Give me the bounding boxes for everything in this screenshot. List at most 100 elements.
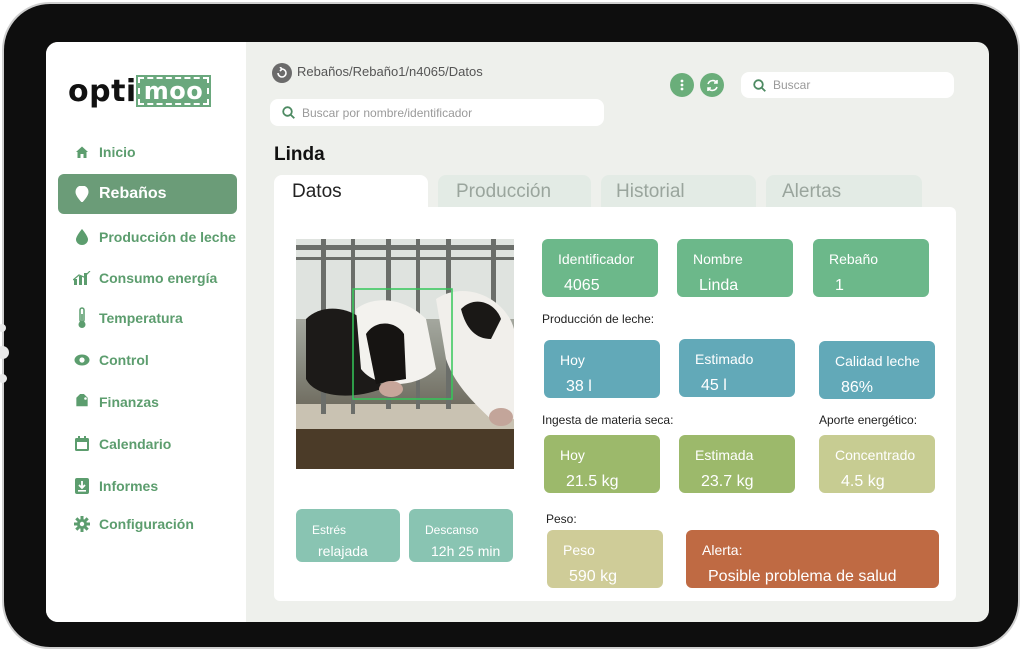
sensor-dot <box>0 374 7 383</box>
card-value: 38 l <box>566 378 592 395</box>
card-label: Alerta: <box>702 542 743 558</box>
sidebar-item-inicio[interactable]: Inicio <box>58 132 237 172</box>
camera-lens <box>0 346 9 359</box>
identificador-card: Identificador 4065 <box>542 239 658 297</box>
breadcrumb[interactable]: Rebaños/Rebaño1/n4065/Datos <box>297 64 483 79</box>
animal-search-input[interactable]: Buscar por nombre/identificador <box>270 99 604 126</box>
global-search-input[interactable]: Buscar <box>741 72 954 98</box>
sidebar-item-label: Configuración <box>99 516 194 532</box>
sidebar-item-label: Informes <box>99 478 159 494</box>
logo-text: opti <box>68 73 137 109</box>
cow-photo <box>296 239 514 469</box>
sidebar-item-control[interactable]: Control <box>58 340 237 380</box>
thermometer-icon <box>73 307 91 328</box>
sidebar-item-label: Inicio <box>99 144 136 160</box>
card-label: Hoy <box>560 447 585 463</box>
card-label: Identificador <box>558 251 635 267</box>
rest-card: Descanso 12h 25 min <box>409 509 513 562</box>
card-value: 590 kg <box>569 568 618 585</box>
sidebar-item-consumo-energia[interactable]: Consumo energía <box>58 258 237 298</box>
sidebar-item-label: Producción de leche <box>99 229 236 245</box>
search-icon <box>282 106 295 119</box>
sidebar-item-configuracion[interactable]: Configuración <box>58 504 237 544</box>
card-label: Peso <box>563 542 595 558</box>
rebano-card: Rebaño 1 <box>813 239 929 297</box>
back-button[interactable] <box>272 63 292 83</box>
page-title: Linda <box>274 144 325 165</box>
card-label: Estimado <box>695 351 754 367</box>
download-icon <box>73 477 91 495</box>
sidebar-item-informes[interactable]: Informes <box>58 466 237 506</box>
eye-icon <box>73 351 91 369</box>
search-placeholder: Buscar <box>773 78 811 92</box>
tablet-frame: opti moo Inicio Rebaños Producción de le… <box>0 4 1018 647</box>
card-label: Concentrado <box>835 447 916 463</box>
card-value: 45 l <box>701 377 727 394</box>
nombre-card: Nombre Linda <box>677 239 793 297</box>
gear-icon <box>73 515 91 533</box>
card-value: 12h 25 min <box>431 543 501 559</box>
intake-section-label: Ingesta de materia seca: <box>542 413 674 427</box>
app-logo: opti moo <box>68 73 212 109</box>
drop-icon <box>73 228 91 246</box>
sidebar-item-label: Consumo energía <box>99 270 218 286</box>
alert-message: Posible problema de salud <box>708 568 897 585</box>
location-pin-icon <box>73 185 91 203</box>
card-label: Estrés <box>312 523 347 537</box>
refresh-button[interactable] <box>700 73 724 97</box>
sidebar-item-produccion-leche[interactable]: Producción de leche <box>58 217 237 257</box>
card-value: 21.5 kg <box>566 473 619 490</box>
weight-section-label: Peso: <box>546 512 577 526</box>
tab-alertas[interactable]: Alertas <box>766 175 922 209</box>
intake-estimated-card: Estimada 23.7 kg <box>679 435 795 493</box>
milk-section-label: Producción de leche: <box>542 312 655 326</box>
energy-section-label: Aporte energético: <box>819 413 918 427</box>
card-label: Rebaño <box>829 251 879 267</box>
card-value: relajada <box>318 543 368 559</box>
card-value: 1 <box>835 277 844 294</box>
card-value: 86% <box>841 379 874 396</box>
card-value: 23.7 kg <box>701 473 754 490</box>
sidebar-item-calendario[interactable]: Calendario <box>58 424 237 464</box>
milk-quality-card: Calidad leche 86% <box>819 341 935 399</box>
tag-icon <box>73 393 91 411</box>
milk-today-card: Hoy 38 l <box>544 340 660 398</box>
more-vertical-icon <box>680 79 684 91</box>
calendar-icon <box>73 435 91 453</box>
milk-estimated-card: Estimado 45 l <box>679 339 795 397</box>
tab-produccion[interactable]: Producción <box>438 175 591 209</box>
energy-concentrado-card: Concentrado 4.5 kg <box>819 435 935 493</box>
sidebar-item-temperatura[interactable]: Temperatura <box>58 298 237 338</box>
sidebar-item-label: Temperatura <box>99 310 183 326</box>
weight-card: Peso 590 kg <box>547 530 663 588</box>
back-arrow-icon <box>277 67 287 78</box>
card-value: 4.5 kg <box>841 473 885 490</box>
stress-card: Estrés relajada <box>296 509 400 562</box>
app-screen: opti moo Inicio Rebaños Producción de le… <box>46 42 989 622</box>
intake-today-card: Hoy 21.5 kg <box>544 435 660 493</box>
card-label: Hoy <box>560 352 585 368</box>
sidebar-item-label: Calendario <box>99 436 172 452</box>
card-label: Estimada <box>695 447 754 463</box>
datos-panel: Identificador 4065 Nombre Linda Rebaño 1… <box>274 207 956 601</box>
card-label: Descanso <box>425 523 479 537</box>
sidebar-item-label: Control <box>99 352 149 368</box>
card-label: Nombre <box>693 251 743 267</box>
search-placeholder: Buscar por nombre/identificador <box>302 105 473 120</box>
sidebar-item-rebanos[interactable]: Rebaños <box>58 174 237 214</box>
alert-card[interactable]: Alerta: Posible problema de salud <box>686 530 939 588</box>
card-value: 4065 <box>564 277 600 294</box>
sidebar-item-finanzas[interactable]: Finanzas <box>58 382 237 422</box>
card-value: Linda <box>699 277 739 294</box>
sidebar: opti moo Inicio Rebaños Producción de le… <box>46 42 246 622</box>
camera-dot <box>0 324 6 332</box>
sidebar-item-label: Finanzas <box>99 394 159 410</box>
card-label: Calidad leche <box>835 353 920 369</box>
tab-historial[interactable]: Historial <box>601 175 756 209</box>
bar-chart-icon <box>73 269 91 287</box>
search-icon <box>753 78 766 92</box>
tab-datos[interactable]: Datos <box>274 175 428 209</box>
more-options-button[interactable] <box>670 73 694 97</box>
home-icon <box>73 143 91 161</box>
refresh-icon <box>706 79 718 91</box>
